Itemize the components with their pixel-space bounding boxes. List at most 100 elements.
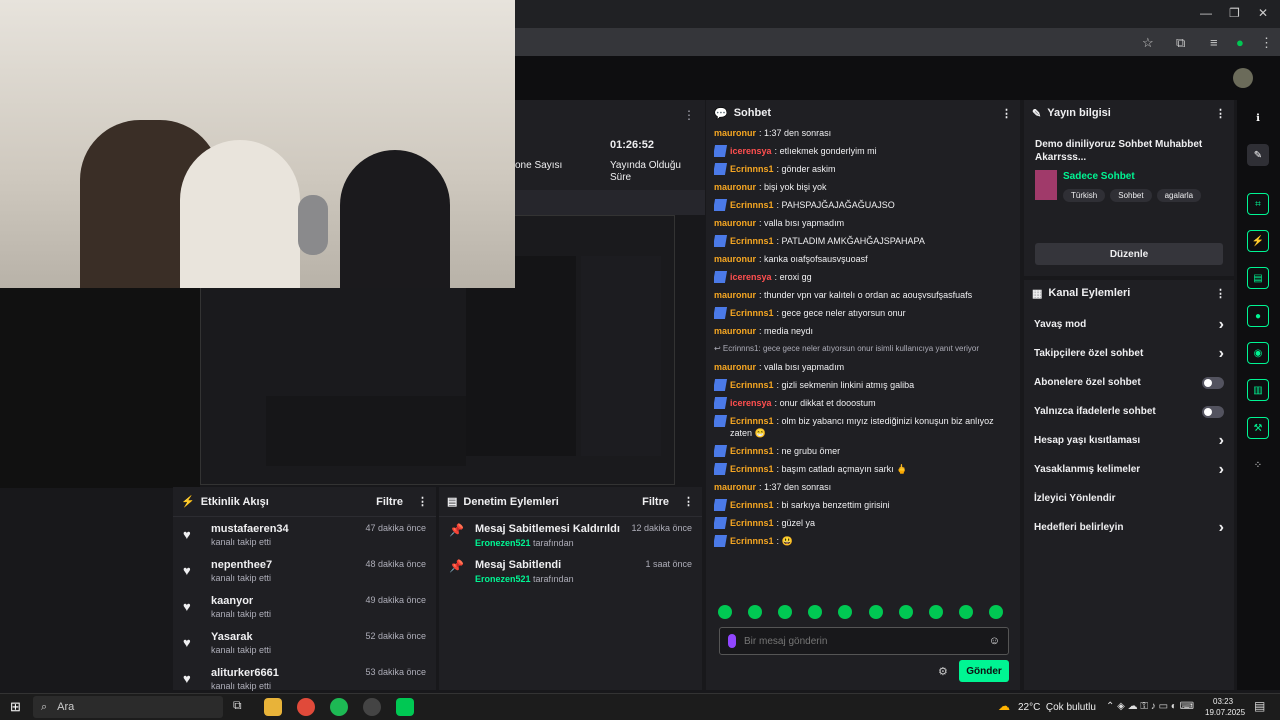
windows-start-icon[interactable]: ⊞	[10, 699, 21, 715]
task-view-icon[interactable]: ⧉	[233, 698, 242, 713]
moderation-filter-button[interactable]: Filtre	[642, 496, 669, 508]
chat-username[interactable]: Ecrinnns1	[730, 416, 774, 426]
chat-username[interactable]: Ecrinnns1	[730, 500, 774, 510]
emote-icon[interactable]	[988, 605, 1003, 619]
chat-input-box[interactable]: ☺	[719, 627, 1009, 655]
moderation-menu-icon[interactable]: ⋮	[683, 495, 694, 508]
send-button[interactable]: Gönder	[959, 660, 1009, 682]
chat-username[interactable]: mauronur	[714, 326, 756, 336]
toggle-switch[interactable]	[1202, 376, 1224, 389]
stats-menu-icon[interactable]: ⋮	[683, 108, 695, 122]
maximize-icon[interactable]: ❐	[1229, 6, 1240, 20]
chat-username[interactable]: Ecrinnns1	[730, 200, 774, 210]
avatar[interactable]	[1233, 68, 1253, 88]
chat-username[interactable]: Ecrinnns1	[730, 446, 774, 456]
chat-username[interactable]: Ecrinnns1	[730, 164, 774, 174]
emote-icon[interactable]	[838, 605, 853, 619]
channel-action-item[interactable]: Abonelere özel sohbet	[1024, 368, 1234, 397]
activity-item[interactable]: ♥ mustafaeren34 kanalı takip etti 47 dakika…	[173, 517, 436, 553]
notification-icon[interactable]: ▤	[1254, 699, 1265, 713]
microphone-icon[interactable]	[728, 634, 736, 648]
moderator-name[interactable]: Eronezen521	[475, 574, 531, 584]
list-icon[interactable]: ▤	[1247, 267, 1269, 289]
info-icon[interactable]: ℹ	[1247, 107, 1269, 129]
edit-button[interactable]: Düzenle	[1035, 243, 1223, 265]
chrome-icon[interactable]	[297, 698, 315, 716]
extensions-icon[interactable]: ⧉	[1176, 35, 1185, 51]
emote-icon[interactable]	[928, 605, 943, 619]
chat-username[interactable]: Ecrinnns1	[730, 308, 774, 318]
chat-username[interactable]: mauronur	[714, 128, 756, 138]
browser-menu-icon[interactable]: ⋮	[1260, 35, 1273, 51]
activity-item[interactable]: ♥ kaanyor kanalı takip etti 49 dakika önce	[173, 589, 436, 625]
taskbar-search[interactable]: ⌕ Ara	[33, 696, 223, 718]
layout-icon[interactable]: ▥	[1247, 379, 1269, 401]
chat-username[interactable]: Ecrinnns1	[730, 236, 774, 246]
emote-icon[interactable]	[868, 605, 883, 619]
edit-icon[interactable]: ✎	[1247, 144, 1269, 166]
close-icon[interactable]: ✕	[1258, 6, 1268, 20]
channel-action-item[interactable]: Yasaklanmış kelimeler ›	[1024, 455, 1234, 484]
media-icon[interactable]: ≡	[1210, 35, 1218, 50]
kick-icon[interactable]	[396, 698, 414, 716]
channel-action-item[interactable]: Yavaş mod ›	[1024, 310, 1234, 339]
emoji-icon[interactable]: ☺	[989, 635, 1000, 647]
chat-username[interactable]: mauronur	[714, 218, 756, 228]
moderator-name[interactable]: Eronezen521	[475, 538, 531, 548]
activity-username[interactable]: mustafaeren34	[211, 523, 289, 535]
stream-info-menu-icon[interactable]: ⋮	[1215, 107, 1226, 120]
chat-username[interactable]: icerensya	[730, 272, 772, 282]
bookmark-star-icon[interactable]: ☆	[1142, 35, 1154, 51]
profile-icon[interactable]: ●	[1236, 35, 1244, 50]
activity-item[interactable]: ♥ nepenthee7 kanalı takip etti 48 dakika ön…	[173, 553, 436, 589]
broadcast-icon[interactable]: ◉	[1247, 342, 1269, 364]
activity-username[interactable]: Yasarak	[211, 631, 271, 643]
toggle-switch[interactable]	[1202, 405, 1224, 418]
chat-username[interactable]: Ecrinnns1	[730, 464, 774, 474]
stream-tag[interactable]: Sohbet	[1110, 189, 1152, 202]
chat-username[interactable]: Ecrinnns1	[730, 518, 774, 528]
activity-item[interactable]: ♥ Yasarak kanalı takip etti 52 dakika önce	[173, 625, 436, 661]
bolt-action-icon[interactable]: ⚡	[1247, 230, 1269, 252]
obs-icon[interactable]	[363, 698, 381, 716]
file-explorer-icon[interactable]	[264, 698, 282, 716]
chat-username[interactable]: mauronur	[714, 254, 756, 264]
emote-icon[interactable]	[748, 605, 763, 619]
channel-action-item[interactable]: Takipçilere özel sohbet ›	[1024, 339, 1234, 368]
stream-tag[interactable]: agalarla	[1156, 189, 1202, 202]
chat-username[interactable]: Ecrinnns1	[730, 536, 774, 546]
chat-username[interactable]: mauronur	[714, 482, 756, 492]
chat-username[interactable]: mauronur	[714, 362, 756, 372]
minimize-icon[interactable]: —	[1200, 6, 1212, 20]
activity-username[interactable]: kaanyor	[211, 595, 271, 607]
chat-username[interactable]: Ecrinnns1	[730, 380, 774, 390]
activity-username[interactable]: aliturker6661	[211, 667, 279, 679]
more-tools-icon[interactable]: ⁘	[1247, 454, 1269, 476]
chat-input[interactable]	[744, 635, 989, 647]
emote-icon[interactable]	[958, 605, 973, 619]
chat-action-icon[interactable]: ●	[1247, 305, 1269, 327]
chat-username[interactable]: icerensya	[730, 398, 772, 408]
activity-item[interactable]: ♥ aliturker6661 kanalı takip etti 53 dakika…	[173, 661, 436, 697]
channel-action-item[interactable]: Yalnızca ifadelerle sohbet	[1024, 397, 1234, 426]
clip-icon[interactable]: ⌗	[1247, 193, 1269, 215]
emote-icon[interactable]	[808, 605, 823, 619]
chat-settings-icon[interactable]: ⚙	[938, 665, 948, 678]
channel-actions-menu-icon[interactable]: ⋮	[1215, 287, 1226, 300]
channel-action-item[interactable]: İzleyici Yönlendir	[1024, 484, 1234, 513]
chat-username[interactable]: mauronur	[714, 182, 756, 192]
tray-icons[interactable]: ⌃ ◈ ☁ ⚿ ♪ ▭ ◐ ⌨	[1106, 701, 1194, 712]
activity-filter-button[interactable]: Filtre	[376, 496, 403, 508]
wrench-icon[interactable]: ⚒	[1247, 417, 1269, 439]
chat-username[interactable]: mauronur	[714, 290, 756, 300]
channel-action-item[interactable]: Hesap yaşı kısıtlaması ›	[1024, 426, 1234, 455]
spotify-icon[interactable]	[330, 698, 348, 716]
chat-username[interactable]: icerensya	[730, 146, 772, 156]
activity-menu-icon[interactable]: ⋮	[417, 495, 428, 508]
stream-tag[interactable]: Türkish	[1063, 189, 1106, 202]
emote-icon[interactable]	[778, 605, 793, 619]
category-link[interactable]: Sadece Sohbet	[1063, 171, 1135, 182]
chat-menu-icon[interactable]: ⋮	[1001, 107, 1012, 120]
activity-username[interactable]: nepenthee7	[211, 559, 272, 571]
emote-icon[interactable]	[718, 605, 732, 619]
